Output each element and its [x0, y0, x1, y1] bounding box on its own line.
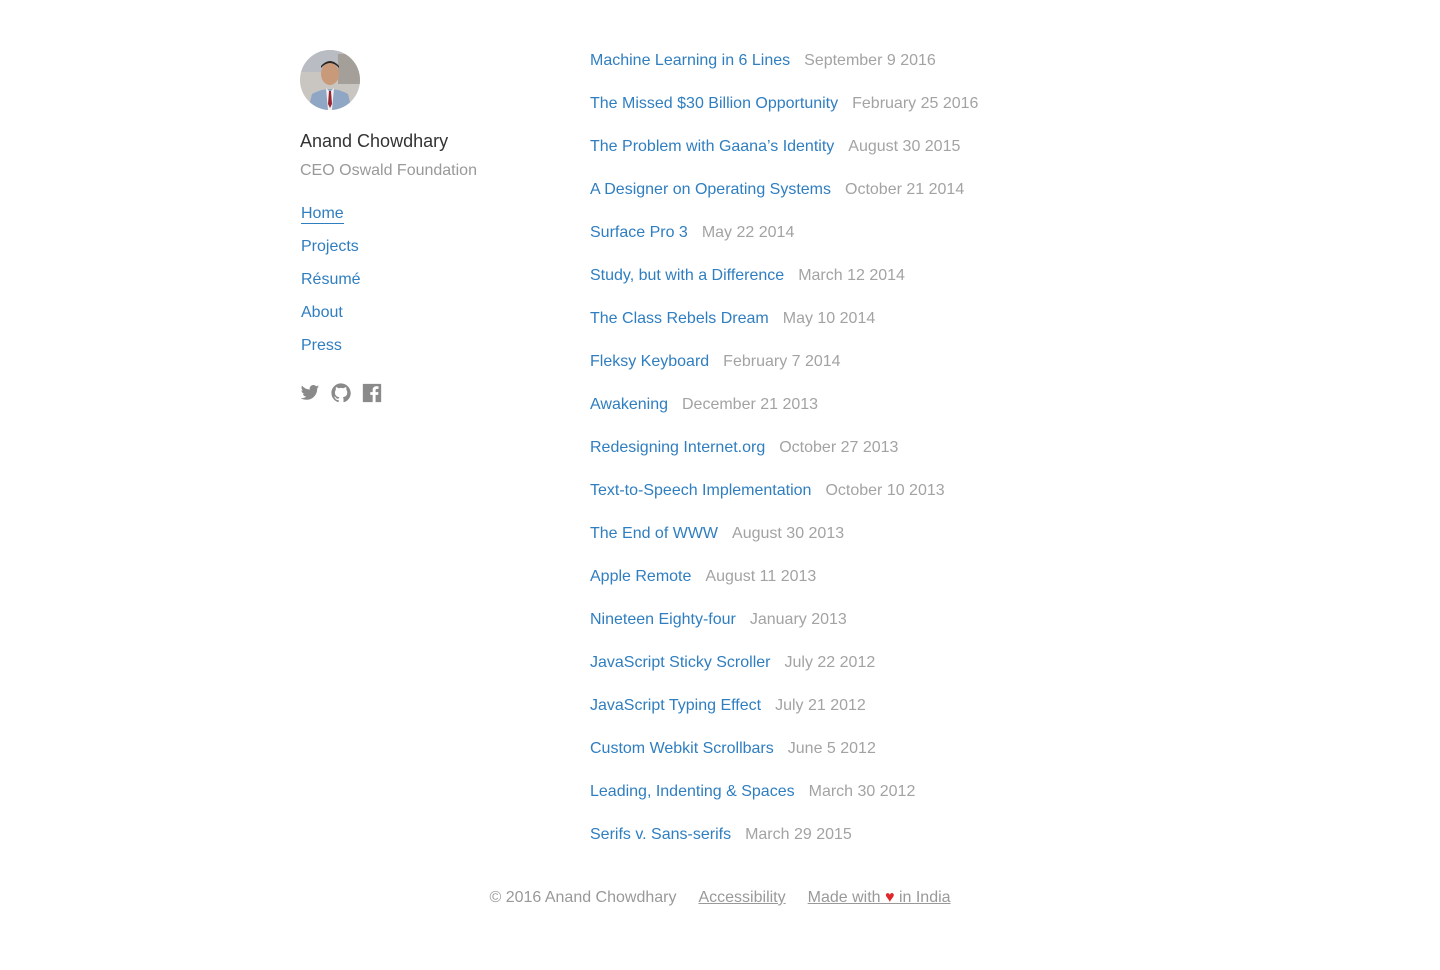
nav-link-about[interactable]: About — [301, 304, 343, 321]
made-with-suffix: in India — [894, 889, 951, 906]
post-date: May 22 2014 — [701, 224, 795, 241]
post-date: July 22 2012 — [784, 654, 876, 671]
post-item: Serifs v. Sans-serifs March 29 2015 — [590, 824, 978, 867]
post-date: October 10 2013 — [825, 482, 945, 499]
twitter-icon[interactable] — [300, 383, 320, 403]
post-title-link[interactable]: Surface Pro 3 — [590, 224, 688, 241]
post-title-link[interactable]: The Missed $30 Billion Opportunity — [590, 95, 838, 112]
nav-link-home[interactable]: Home — [301, 205, 344, 224]
post-item: Machine Learning in 6 Lines September 9 2… — [590, 50, 978, 93]
post-title-link[interactable]: The End of WWW — [590, 525, 718, 542]
post-title-link[interactable]: Nineteen Eighty-four — [590, 611, 736, 628]
post-title-link[interactable]: Machine Learning in 6 Lines — [590, 52, 790, 69]
nav-link-resume[interactable]: Résumé — [301, 271, 361, 288]
nav-menu: Home Projects Résumé About Press — [301, 204, 560, 369]
post-item: Leading, Indenting & Spaces March 30 2012 — [590, 781, 978, 824]
post-title-link[interactable]: Leading, Indenting & Spaces — [590, 783, 795, 800]
post-date: September 9 2016 — [804, 52, 936, 69]
page: Anand Chowdhary CEO Oswald Foundation Ho… — [0, 0, 1440, 970]
accessibility-link[interactable]: Accessibility — [698, 889, 785, 906]
post-item: Surface Pro 3 May 22 2014 — [590, 222, 978, 265]
post-title-link[interactable]: Fleksy Keyboard — [590, 353, 709, 370]
post-date: August 30 2013 — [732, 525, 845, 542]
post-list: Machine Learning in 6 Lines September 9 2… — [590, 50, 978, 867]
sidebar: Anand Chowdhary CEO Oswald Foundation Ho… — [300, 50, 560, 403]
post-item: Apple Remote August 11 2013 — [590, 566, 978, 609]
post-date: February 25 2016 — [852, 95, 979, 112]
nav-item-about: About — [301, 303, 560, 336]
post-title-link[interactable]: JavaScript Sticky Scroller — [590, 654, 771, 671]
post-date: July 21 2012 — [775, 697, 866, 714]
made-in-india-link[interactable]: Made with ♥ in India — [808, 889, 951, 906]
post-title-link[interactable]: Text-to-Speech Implementation — [590, 482, 811, 499]
post-title-link[interactable]: The Problem with Gaana’s Identity — [590, 138, 834, 155]
post-item: Custom Webkit Scrollbars June 5 2012 — [590, 738, 978, 781]
post-item: The End of WWW August 30 2013 — [590, 523, 978, 566]
nav-link-projects[interactable]: Projects — [301, 238, 359, 255]
nav-link-press[interactable]: Press — [301, 337, 342, 354]
post-date: May 10 2014 — [782, 310, 876, 327]
post-date: August 11 2013 — [705, 568, 817, 585]
post-title-link[interactable]: The Class Rebels Dream — [590, 310, 769, 327]
post-item: Redesigning Internet.org October 27 2013 — [590, 437, 978, 480]
post-title-link[interactable]: Apple Remote — [590, 568, 691, 585]
footer: © 2016 Anand Chowdhary Accessibility Made … — [0, 888, 1440, 908]
post-title-link[interactable]: Study, but with a Difference — [590, 267, 784, 284]
post-date: March 29 2015 — [745, 826, 852, 843]
made-with-prefix: Made with — [807, 889, 885, 906]
github-icon[interactable] — [331, 383, 351, 403]
post-title-link[interactable]: A Designer on Operating Systems — [590, 181, 831, 198]
post-item: JavaScript Typing Effect July 21 2012 — [590, 695, 978, 738]
post-item: JavaScript Sticky Scroller July 22 2012 — [590, 652, 978, 695]
post-title-link[interactable]: Custom Webkit Scrollbars — [590, 740, 774, 757]
post-date: January 2013 — [749, 611, 847, 628]
post-date: December 21 2013 — [681, 396, 819, 413]
social-links — [300, 383, 560, 403]
profile-name: Anand Chowdhary — [300, 131, 449, 151]
nav-item-press: Press — [301, 336, 560, 369]
footer-copyright: © 2016 Anand Chowdhary — [489, 889, 677, 906]
post-title-link[interactable]: Redesigning Internet.org — [590, 439, 765, 456]
post-date: June 5 2012 — [787, 740, 876, 757]
post-date: February 7 2014 — [723, 353, 841, 370]
post-title-link[interactable]: Serifs v. Sans-serifs — [590, 826, 731, 843]
post-item: Study, but with a Difference March 12 201… — [590, 265, 978, 308]
post-item: The Problem with Gaana’s Identity August … — [590, 136, 978, 179]
profile-role: CEO Oswald Foundation — [300, 162, 477, 179]
nav-item-home: Home — [301, 204, 560, 237]
post-title-link[interactable]: Awakening — [590, 396, 668, 413]
post-item: Awakening December 21 2013 — [590, 394, 978, 437]
facebook-icon[interactable] — [362, 383, 382, 403]
post-date: March 12 2014 — [798, 267, 905, 284]
post-title-link[interactable]: JavaScript Typing Effect — [590, 697, 761, 714]
post-item: A Designer on Operating Systems October 2… — [590, 179, 978, 222]
post-date: March 30 2012 — [808, 783, 916, 800]
post-item: Nineteen Eighty-four January 2013 — [590, 609, 978, 652]
avatar[interactable] — [300, 50, 360, 110]
post-item: Text-to-Speech Implementation October 10 … — [590, 480, 978, 523]
post-item: The Class Rebels Dream May 10 2014 — [590, 308, 978, 351]
post-item: The Missed $30 Billion Opportunity Februa… — [590, 93, 978, 136]
post-date: October 21 2014 — [845, 181, 965, 198]
nav-item-projects: Projects — [301, 237, 560, 270]
post-date: October 27 2013 — [779, 439, 899, 456]
heart-icon: ♥ — [885, 889, 895, 906]
post-item: Fleksy Keyboard February 7 2014 — [590, 351, 978, 394]
nav-item-resume: Résumé — [301, 270, 560, 303]
post-date: August 30 2015 — [848, 138, 961, 155]
